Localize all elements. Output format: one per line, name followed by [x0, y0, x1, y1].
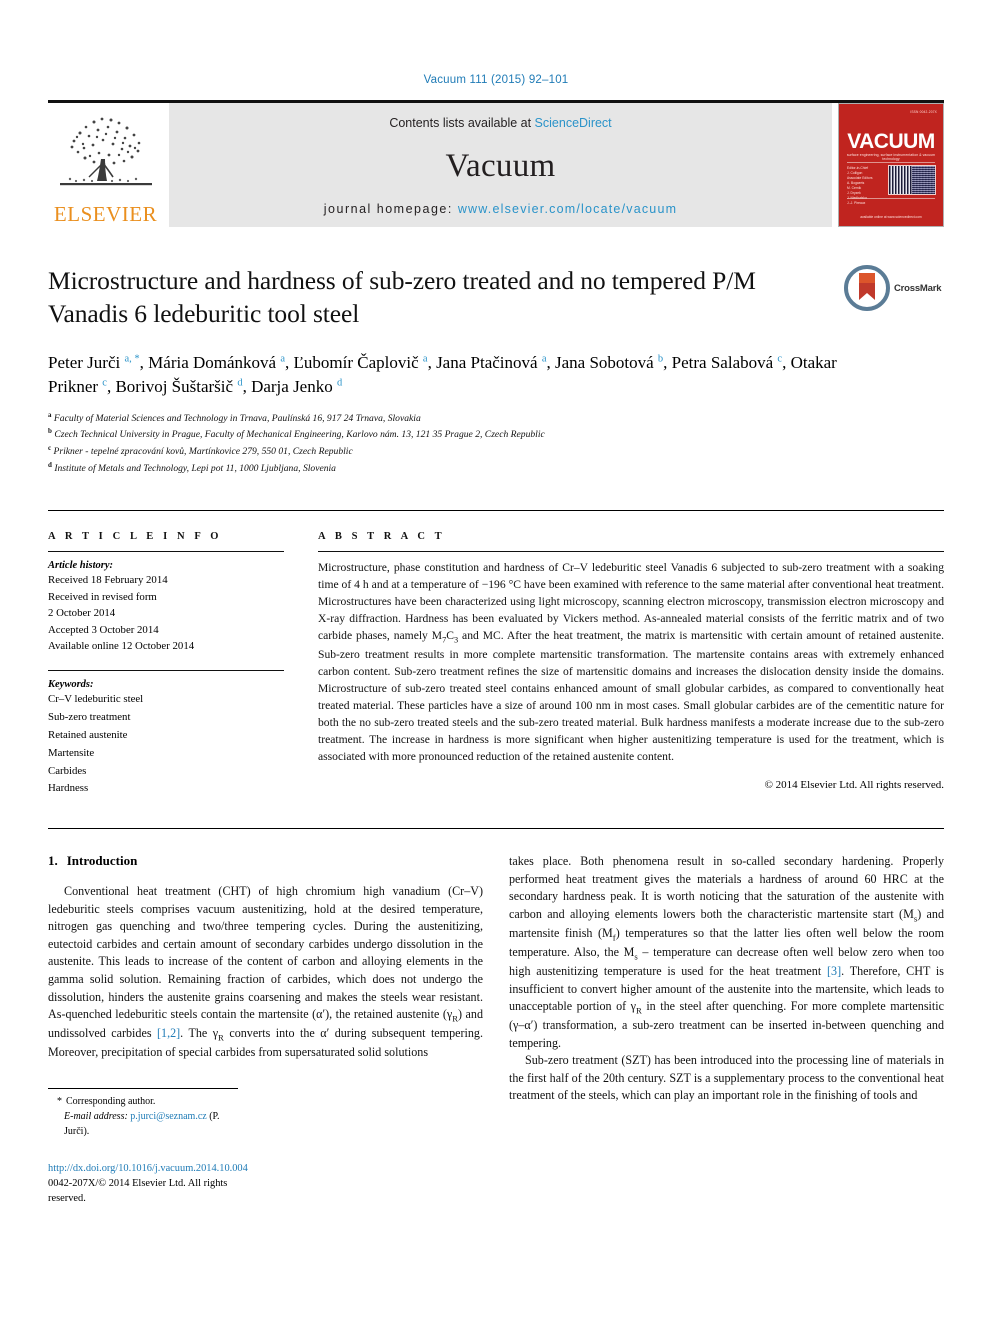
running-head: Vacuum 111 (2015) 92–101	[423, 74, 569, 86]
homepage-prefix: journal homepage:	[323, 202, 458, 216]
contents-prefix: Contents lists available at	[389, 116, 535, 130]
affiliation-c: c Prikner - tepelné zpracování kovů, Mar…	[48, 443, 353, 458]
journal-homepage-line: journal homepage: www.elsevier.com/locat…	[324, 202, 677, 216]
paper-page: Vacuum 111 (2015) 92–101 ELSEVIER Conten…	[0, 0, 992, 1323]
divider	[318, 551, 944, 553]
doi-block: http://dx.doi.org/10.1016/j.vacuum.2014.…	[48, 1161, 248, 1206]
keyword-item: Martensite	[48, 746, 95, 759]
history-item: 2 October 2014	[48, 607, 116, 620]
history-item: Available online 12 October 2014	[48, 640, 195, 652]
elsevier-tree-icon	[59, 117, 152, 186]
affiliation-b: b Czech Technical University in Prague, …	[48, 427, 545, 441]
journal-banner: Contents lists available at ScienceDirec…	[169, 103, 832, 227]
elsevier-wordmark: ELSEVIER	[53, 202, 158, 226]
cover-editors: Editor-in-Chief J. Colligon Associate Ed…	[847, 166, 873, 205]
cover-subtitle: surface engineering, surface instrumenta…	[846, 153, 936, 162]
cover-title: VACUUM	[847, 130, 935, 153]
keyword-item: Sub-zero treatment	[48, 711, 131, 724]
journal-masthead: ELSEVIER Contents lists available at Sci…	[48, 100, 944, 227]
keyword-item: Carbides	[48, 764, 87, 777]
footnote-block: * Corresponding author. E-mail address: p…	[48, 1087, 248, 1206]
corresponding-author-note: * Corresponding author.	[57, 1095, 156, 1107]
contents-available-line: Contents lists available at ScienceDirec…	[389, 116, 611, 130]
paragraph: Conventional heat treatment (CHT) of hig…	[48, 884, 483, 1060]
abstract-heading: A B S T R A C T	[318, 531, 446, 543]
email-note: E-mail address: p.jurci@seznam.cz (P. Ju…	[48, 1109, 238, 1139]
history-item: Accepted 3 October 2014	[48, 623, 159, 636]
email-label: E-mail address:	[64, 1110, 128, 1122]
body-column-left: 1. Introduction Conventional heat treatme…	[48, 853, 483, 1206]
issn-copyright: 0042-207X/© 2014 Elsevier Ltd. All right…	[48, 1177, 228, 1204]
abstract-text: Microstructure, phase constitution and h…	[318, 561, 944, 763]
doi-link[interactable]: http://dx.doi.org/10.1016/j.vacuum.2014.…	[48, 1161, 248, 1176]
elsevier-logo: ELSEVIER	[48, 103, 163, 227]
keyword-item: Cr–V ledeburitic steel	[48, 693, 144, 706]
email-link[interactable]: p.jurci@seznam.cz	[130, 1111, 206, 1122]
article-info-column: A R T I C L E I N F O Article history: R…	[48, 531, 284, 798]
keywords-label: Keywords:	[48, 679, 94, 691]
body-divider	[48, 828, 944, 830]
body-columns: 1. Introduction Conventional heat treatme…	[48, 853, 944, 1206]
keyword-item: Retained austenite	[48, 729, 128, 742]
crossmark-label: CrossMark	[894, 282, 942, 294]
title-block: Microstructure and hardness of sub-zero …	[48, 265, 944, 330]
divider	[48, 551, 284, 553]
paragraph: takes place. Both phenomena result in so…	[509, 854, 944, 1050]
article-history-label: Article history:	[48, 560, 114, 572]
affiliation-d: d Institute of Metals and Technology, Le…	[48, 460, 336, 474]
keyword-item: Hardness	[48, 782, 89, 795]
section-title: Introduction	[66, 853, 138, 869]
section-heading: 1. Introduction	[48, 853, 483, 869]
abstract-copyright: © 2014 Elsevier Ltd. All rights reserved…	[764, 778, 944, 791]
abstract-column: A B S T R A C T Microstructure, phase co…	[318, 531, 944, 798]
asterisk-icon: *	[57, 1095, 62, 1107]
section-number: 1.	[48, 853, 58, 869]
article-info-heading: A R T I C L E I N F O	[48, 531, 223, 543]
history-item: Received in revised form	[48, 590, 157, 603]
sciencedirect-link[interactable]: ScienceDirect	[535, 116, 612, 130]
cover-footer: available online at www.sciencedirect.co…	[860, 215, 922, 219]
info-abstract-section: A R T I C L E I N F O Article history: R…	[48, 510, 944, 798]
journal-cover-thumbnail: ISSN 0042-207X VACUUM surface engineerin…	[838, 103, 944, 227]
journal-homepage-link[interactable]: www.elsevier.com/locate/vacuum	[458, 202, 677, 216]
journal-title: Vacuum	[445, 147, 556, 184]
divider	[48, 670, 284, 672]
cover-issn: ISSN 0042-207X	[910, 110, 937, 114]
page-title: Microstructure and hardness of sub-zero …	[48, 266, 756, 328]
history-item: Received 18 February 2014	[48, 574, 168, 587]
paragraph: Sub-zero treatment (SZT) has been introd…	[509, 1053, 944, 1103]
author-list: Peter Jurči a, *, Mária Dománková a, Ľub…	[48, 353, 837, 397]
affiliation-list: a Faculty of Material Sciences and Techn…	[48, 410, 944, 477]
body-column-right: takes place. Both phenomena result in so…	[509, 853, 944, 1206]
cover-image	[888, 165, 936, 195]
affiliation-a: a Faculty of Material Sciences and Techn…	[48, 410, 421, 424]
crossmark-icon	[844, 265, 890, 311]
keywords-block: Keywords: Cr–V ledeburitic steel Sub-zer…	[48, 670, 284, 798]
crossmark-badge[interactable]: CrossMark	[844, 261, 944, 315]
